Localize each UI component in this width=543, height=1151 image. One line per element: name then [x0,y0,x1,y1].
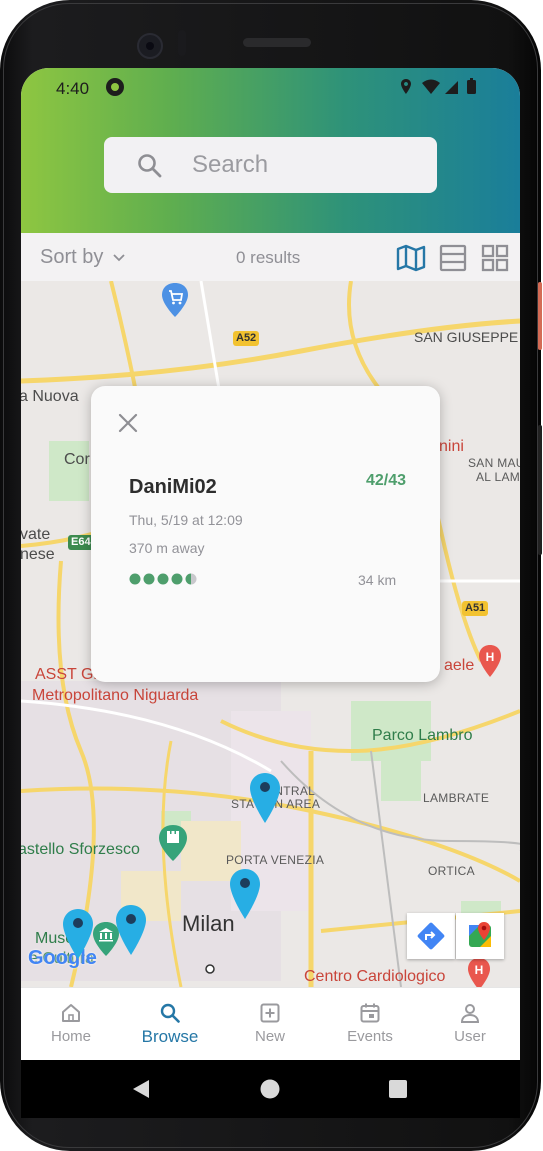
power-button [538,282,542,350]
search-icon [160,1003,180,1023]
app-header: 4:40 Search [21,68,520,233]
sort-by-dropdown[interactable]: Sort by [40,246,125,269]
nav-new[interactable]: New [225,988,315,1060]
nav-user-label: User [454,1028,486,1045]
route-pin-marker[interactable] [61,907,95,961]
route-score: 42/43 [366,472,407,489]
user-icon [460,1004,480,1023]
search-icon [138,154,162,178]
volume-button [538,425,542,555]
nav-browse-label: Browse [141,1027,199,1046]
home-button-icon[interactable] [260,1079,280,1099]
map-label-cor: Cor [64,451,90,468]
nav-events-label: Events [347,1028,393,1045]
route-length: 34 km [358,572,397,588]
map-label-metropolitano: Metropolitano Niguarda [32,687,199,704]
nav-home[interactable]: Home [26,988,116,1060]
map-label-milan: Milan [182,911,235,936]
castle-icon [159,825,187,861]
shopping-cart-icon [162,283,188,317]
search-bar[interactable]: Search [104,137,437,193]
road-shield-a51: A51 [462,601,489,616]
back-icon[interactable] [133,1080,149,1098]
directions-icon [417,922,445,950]
route-name: DaniMi02 [129,476,217,498]
grid-view-icon[interactable] [481,244,509,272]
map-label-al-lambro: AL LAMBRO [476,470,520,484]
chevron-down-icon [113,254,125,261]
map-label-parco-lambro: Parco Lambro [372,727,473,744]
hospital-icon: H [468,958,490,987]
home-icon [62,1004,80,1022]
earpiece-speaker [243,38,311,47]
system-navigation-bar [21,1060,520,1118]
map-label-lambrate: LAMBRATE [423,791,490,805]
nav-new-label: New [254,1028,285,1045]
route-pin-marker[interactable] [114,903,148,957]
search-input[interactable]: Search [192,151,268,179]
map-label-ortica: ORTICA [428,864,475,878]
route-date: Thu, 5/19 at 12:09 [129,512,243,528]
phone-frame: 4:40 Search Sort by 0 results SAN GIUSEP… [0,0,542,1151]
system-nav-buttons [133,1079,407,1099]
svg-text:H: H [475,963,484,977]
map-label-vate: vate [21,526,51,543]
nav-user[interactable]: User [425,988,515,1060]
directions-button[interactable] [407,913,455,959]
results-toolbar: Sort by 0 results [21,233,520,281]
map-label-san-mauro: SAN MAURO [468,456,520,470]
sort-by-label: Sort by [40,246,104,268]
results-count: 0 results [236,248,301,267]
map-label-san-giuseppe: SAN GIUSEPPE [414,329,519,345]
map-label-aele: aele [444,657,475,674]
bottom-navigation: Home Browse New Events User [21,987,520,1060]
front-camera [137,33,163,59]
status-icons [400,78,490,101]
map-view-icon[interactable] [396,244,426,272]
road-shield-e64: E64 [68,535,94,550]
plus-square-icon [260,1003,280,1023]
app-notification-icon [106,78,124,96]
hospital-icon: H [479,645,501,677]
nav-home-label: Home [50,1028,91,1045]
open-google-maps-button[interactable] [456,913,504,959]
google-maps-icon [469,922,491,947]
status-indicators-icon [401,78,476,94]
nav-browse[interactable]: Browse [125,988,215,1060]
map-label-centro: Centro Cardiologico [304,968,446,985]
nav-events[interactable]: Events [325,988,415,1060]
road-shield-a52: A52 [233,331,260,346]
map-label-porta-venezia: PORTA VENEZIA [226,853,325,867]
recents-icon[interactable] [389,1080,407,1098]
map-label-nini: nini [439,438,464,455]
svg-text:H: H [486,650,495,664]
route-pin-marker[interactable] [228,867,262,921]
map-label-nuova: a Nuova [21,388,79,405]
route-info-card[interactable]: DaniMi02 42/43 Thu, 5/19 at 12:09 370 m … [91,386,440,682]
city-center-dot [205,964,215,974]
map-label-nese: nese [21,546,55,563]
route-distance-away: 370 m away [129,540,205,556]
status-bar: 4:40 [21,68,520,106]
status-time: 4:40 [56,79,90,98]
app-screen: 4:40 Search Sort by 0 results SAN GIUSEP… [21,68,520,1060]
difficulty-rating [129,573,197,585]
calendar-icon [360,1003,380,1023]
list-view-icon[interactable] [439,244,467,272]
map-label-castello: astello Sforzesco [21,841,140,858]
route-pin-marker[interactable] [248,771,282,825]
close-icon[interactable] [116,411,140,435]
map-label-asst: ASST Gr [35,666,99,683]
proximity-sensor [178,30,186,56]
